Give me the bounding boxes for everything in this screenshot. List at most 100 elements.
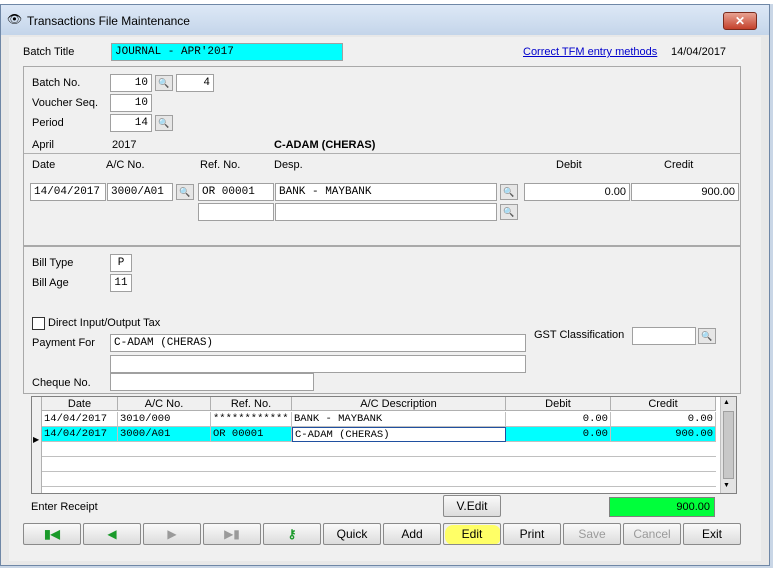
gst-label: GST Classification (534, 329, 625, 341)
cell-refno[interactable]: ************ (211, 412, 292, 427)
payment-for2-field[interactable] (110, 355, 526, 373)
grid-header-date: Date (42, 397, 118, 411)
direct-tax-checkbox[interactable] (32, 317, 45, 330)
voucher-label: Voucher Seq. (32, 97, 99, 109)
close-button[interactable]: ✕ (723, 12, 757, 30)
col-acno-label: A/C No. (106, 159, 145, 171)
status-text: Enter Receipt (31, 501, 98, 513)
grid-scrollbar[interactable]: ▲ ▼ (720, 397, 736, 493)
year-label: 2017 (112, 139, 137, 151)
payment-for-label: Payment For (32, 337, 95, 349)
grid-header-desc: A/C Description (292, 397, 506, 411)
desp2-lookup-icon[interactable]: 🔍 (500, 204, 518, 220)
batch-lookup-icon[interactable]: 🔍 (155, 75, 173, 91)
grid-header-debit: Debit (506, 397, 611, 411)
quick-button[interactable]: Quick (323, 523, 381, 545)
month-label: April (32, 139, 55, 151)
entry-desp-field[interactable]: BANK - MAYBANK (275, 183, 497, 201)
direct-tax-label: Direct Input/Output Tax (48, 317, 161, 329)
entry-refno-field[interactable]: OR 00001 (198, 183, 274, 201)
cell-desc-editing[interactable]: C-ADAM (CHERAS) (292, 427, 506, 442)
batch-panel: Batch No. 10 🔍 4 Voucher Seq. 10 Period … (23, 66, 741, 246)
title-bar: 👁 Transactions File Maintenance ✕ (1, 5, 769, 35)
next-record-button[interactable]: ▶ (143, 523, 201, 545)
entry-debit-field[interactable]: 0.00 (524, 183, 630, 201)
col-credit-label: Credit (664, 159, 694, 171)
first-record-button[interactable]: ▮◀ (23, 523, 81, 545)
cell-desc[interactable]: BANK - MAYBANK (292, 412, 506, 427)
last-record-button[interactable]: ▶▮ (203, 523, 261, 545)
add-button[interactable]: Add (383, 523, 441, 545)
cell-acno[interactable]: 3010/000 (118, 412, 211, 427)
bill-type-label: Bill Type (32, 257, 74, 269)
cheque-field[interactable] (110, 373, 314, 391)
empty-row[interactable] (42, 442, 716, 457)
last-record-icon: ▶▮ (224, 527, 240, 541)
scroll-up-icon[interactable]: ▲ (723, 399, 730, 406)
tfm-window: 👁 Transactions File Maintenance ✕ Batch … (0, 4, 770, 566)
gst-field[interactable] (632, 327, 696, 345)
entry-desp2-field[interactable] (275, 203, 497, 221)
cheque-label: Cheque No. (32, 377, 91, 389)
grid-header-credit: Credit (611, 397, 716, 411)
exit-button[interactable]: Exit (683, 523, 741, 545)
transactions-grid[interactable]: ▶ Date A/C No. Ref. No. A/C Description … (31, 396, 737, 494)
scroll-down-icon[interactable]: ▼ (723, 482, 730, 489)
bill-age-label: Bill Age (32, 277, 69, 289)
batch-no-label: Batch No. (32, 77, 81, 89)
cell-credit[interactable]: 0.00 (611, 412, 716, 427)
col-desp-label: Desp. (274, 159, 303, 171)
bill-panel: Bill Type P Bill Age 11 Direct Input/Out… (23, 246, 741, 394)
bill-age-field[interactable]: 11 (110, 274, 132, 292)
col-debit-label: Debit (556, 159, 582, 171)
batch-no-field[interactable]: 10 (110, 74, 152, 92)
cell-credit[interactable]: 900.00 (611, 427, 716, 442)
next-record-icon: ▶ (167, 527, 177, 541)
previous-record-button[interactable]: ◀ (83, 523, 141, 545)
bill-type-field[interactable]: P (110, 254, 132, 272)
grid-header-acno: A/C No. (118, 397, 211, 411)
cell-debit[interactable]: 0.00 (506, 412, 611, 427)
entry-refno2-field[interactable] (198, 203, 274, 221)
print-button[interactable]: Print (503, 523, 561, 545)
scroll-thumb[interactable] (723, 411, 734, 479)
desp-lookup-icon[interactable]: 🔍 (500, 184, 518, 200)
key-search-icon: ⚷ (287, 527, 297, 541)
grid-header-refno: Ref. No. (211, 397, 292, 411)
account-name: C-ADAM (CHERAS) (274, 139, 376, 151)
save-button[interactable]: Save (563, 523, 621, 545)
acno-lookup-icon[interactable]: 🔍 (176, 184, 194, 200)
period-label: Period (32, 117, 64, 129)
payment-for-field[interactable]: C-ADAM (CHERAS) (110, 334, 526, 352)
divider (24, 153, 740, 154)
cell-acno[interactable]: 3000/A01 (118, 427, 211, 442)
edit-button[interactable]: Edit (443, 523, 501, 545)
entry-acno-field[interactable]: 3000/A01 (107, 183, 173, 201)
window-title: Transactions File Maintenance (27, 14, 190, 28)
voucher-field[interactable]: 10 (110, 94, 152, 112)
batch-no-sub-field[interactable]: 4 (176, 74, 214, 92)
cell-debit[interactable]: 0.00 (506, 427, 611, 442)
entry-credit-field[interactable]: 900.00 (631, 183, 739, 201)
row-selector-column (32, 397, 42, 493)
current-row-icon: ▶ (33, 435, 40, 444)
help-link[interactable]: Correct TFM entry methods (523, 46, 657, 58)
vedit-button[interactable]: V.Edit (443, 495, 501, 517)
client-area: Batch Title JOURNAL - APR'2017 Correct T… (9, 37, 761, 561)
cancel-button[interactable]: Cancel (623, 523, 681, 545)
cell-refno[interactable]: OR 00001 (211, 427, 292, 442)
col-refno-label: Ref. No. (200, 159, 241, 171)
search-button[interactable]: ⚷ (263, 523, 321, 545)
empty-row[interactable] (42, 457, 716, 472)
period-lookup-icon[interactable]: 🔍 (155, 115, 173, 131)
gst-lookup-icon[interactable]: 🔍 (698, 328, 716, 344)
batch-title-field[interactable]: JOURNAL - APR'2017 (111, 43, 343, 61)
period-field[interactable]: 14 (110, 114, 152, 132)
col-date-label: Date (32, 159, 56, 171)
first-record-icon: ▮◀ (44, 527, 60, 541)
cell-date[interactable]: 14/04/2017 (42, 412, 118, 427)
batch-title-label: Batch Title (23, 46, 75, 58)
entry-date-field[interactable]: 14/04/2017 (30, 183, 106, 201)
empty-row[interactable] (42, 472, 716, 487)
cell-date[interactable]: 14/04/2017 (42, 427, 118, 442)
